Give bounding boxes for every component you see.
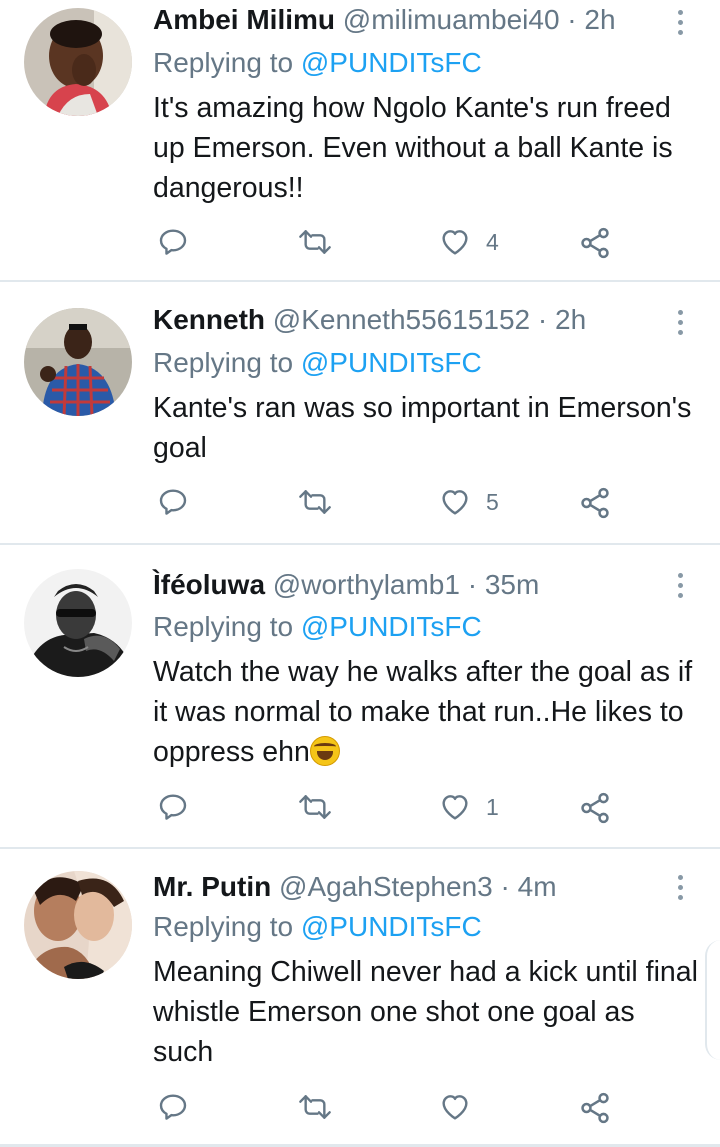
- replying-to: Replying to @PUNDITsFC: [153, 609, 482, 645]
- like-count: 1: [486, 793, 499, 820]
- scroll-handle[interactable]: [705, 940, 720, 1060]
- heart-icon: [442, 490, 468, 515]
- separator-dot: ·: [537, 304, 548, 335]
- more-vertical-icon[interactable]: [668, 4, 692, 40]
- display-name[interactable]: Kenneth: [153, 304, 265, 335]
- tweet-header: Ìféoluwa @worthylamb1 · 35m: [153, 567, 539, 603]
- like-button[interactable]: 1: [438, 791, 499, 823]
- tweet-text: It's amazing how Ngolo Kante's run freed…: [153, 92, 673, 204]
- retweet-icon: [299, 490, 331, 514]
- avatar[interactable]: [24, 871, 132, 979]
- retweet-button[interactable]: [297, 1091, 333, 1123]
- laughing-emoji-icon: [309, 736, 340, 766]
- share-button[interactable]: [578, 1091, 612, 1125]
- divider: [0, 847, 720, 849]
- more-vertical-icon[interactable]: [668, 567, 692, 603]
- avatar[interactable]: [24, 8, 132, 116]
- avatar[interactable]: [24, 569, 132, 677]
- tweet-header: Kenneth @Kenneth55615152 · 2h: [153, 302, 586, 338]
- replying-to: Replying to @PUNDITsFC: [153, 345, 482, 381]
- display-name[interactable]: Mr. Putin: [153, 871, 271, 902]
- mention-link[interactable]: @PUNDITsFC: [301, 911, 482, 942]
- share-button[interactable]: [578, 226, 612, 260]
- replying-to-label: Replying to: [153, 911, 294, 942]
- replying-to-label: Replying to: [153, 611, 294, 642]
- tweet-text-block: Watch the way he walks after the goal as…: [153, 652, 698, 772]
- divider: [0, 543, 720, 545]
- more-vertical-icon[interactable]: [668, 304, 692, 340]
- display-name[interactable]: Ìféoluwa: [153, 569, 265, 600]
- timestamp[interactable]: 4m: [518, 871, 557, 902]
- timestamp[interactable]: 2h: [584, 4, 615, 35]
- reply-icon: [159, 489, 187, 515]
- tweet-header: Ambei Milimu @milimuambei40 · 2h: [153, 2, 616, 38]
- retweet-button[interactable]: [297, 226, 333, 258]
- separator-dot: ·: [567, 4, 577, 35]
- retweet-button[interactable]: [297, 791, 333, 823]
- heart-icon: [442, 230, 468, 255]
- tweet-header: Mr. Putin @AgahStephen3 · 4m: [153, 869, 557, 905]
- reply-button[interactable]: [157, 791, 189, 823]
- retweet-button[interactable]: [297, 486, 333, 518]
- mention-link[interactable]: @PUNDITsFC: [301, 611, 482, 642]
- user-handle[interactable]: @AgahStephen3: [279, 871, 493, 902]
- share-icon: [581, 487, 609, 519]
- user-handle[interactable]: @Kenneth55615152: [273, 304, 530, 335]
- replying-to: Replying to @PUNDITsFC: [153, 45, 482, 81]
- divider: [0, 280, 720, 282]
- heart-icon: [442, 795, 468, 820]
- replying-to-label: Replying to: [153, 347, 294, 378]
- share-icon: [581, 792, 609, 824]
- heart-icon: [442, 1095, 468, 1120]
- like-count: 4: [486, 228, 499, 255]
- retweet-icon: [299, 1095, 331, 1119]
- reply-icon: [159, 794, 187, 820]
- retweet-icon: [299, 795, 331, 819]
- like-button[interactable]: [438, 1091, 486, 1123]
- share-icon: [581, 227, 609, 259]
- replying-to-label: Replying to: [153, 47, 294, 78]
- share-button[interactable]: [578, 486, 612, 520]
- timestamp[interactable]: 35m: [485, 569, 539, 600]
- tweet-text: Watch the way he walks after the goal as…: [153, 656, 693, 768]
- reply-button[interactable]: [157, 1091, 189, 1123]
- retweet-icon: [299, 230, 331, 254]
- tweet-text: Kante's ran was so important in Emerson'…: [153, 392, 692, 464]
- user-handle[interactable]: @milimuambei40: [343, 4, 560, 35]
- separator-dot: ·: [467, 569, 478, 600]
- reply-icon: [159, 1094, 187, 1120]
- display-name[interactable]: Ambei Milimu: [153, 4, 335, 35]
- share-button[interactable]: [578, 791, 612, 825]
- reply-button[interactable]: [157, 486, 189, 518]
- mention-link[interactable]: @PUNDITsFC: [301, 347, 482, 378]
- avatar[interactable]: [24, 308, 132, 416]
- separator-dot: ·: [500, 871, 510, 902]
- more-vertical-icon[interactable]: [668, 869, 692, 905]
- reply-icon: [159, 229, 187, 255]
- tweet-text: Meaning Chiwell never had a kick until f…: [153, 956, 698, 1068]
- reply-button[interactable]: [157, 226, 189, 258]
- replying-to: Replying to @PUNDITsFC: [153, 909, 482, 945]
- timestamp[interactable]: 2h: [555, 304, 586, 335]
- share-icon: [581, 1092, 609, 1124]
- mention-link[interactable]: @PUNDITsFC: [301, 47, 482, 78]
- user-handle[interactable]: @worthylamb1: [273, 569, 460, 600]
- like-button[interactable]: 5: [438, 486, 499, 518]
- like-count: 5: [486, 488, 499, 515]
- like-button[interactable]: 4: [438, 226, 499, 258]
